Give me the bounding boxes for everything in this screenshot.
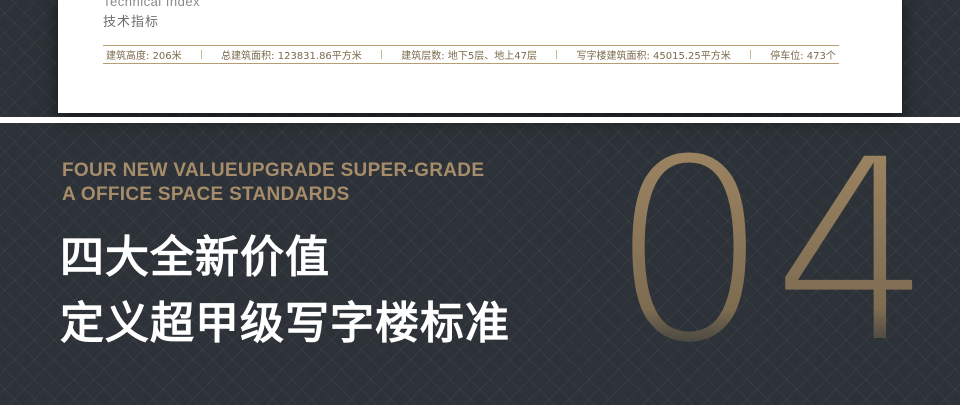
spec-value: 地下5层、地上47层 — [447, 51, 537, 62]
spec-value: 123831.86平方米 — [277, 51, 362, 62]
spec-separator — [749, 50, 751, 59]
spec-separator — [381, 50, 383, 59]
subtitle-en-line-2: A OFFICE SPACE STANDARDS — [62, 184, 350, 205]
card-title-en: Technical Index — [103, 0, 201, 9]
card-title-cn: 技术指标 — [103, 14, 160, 29]
spec-parking: 停车位: 473个 — [770, 47, 836, 62]
spec-value: 45015.25平方米 — [653, 51, 731, 62]
spec-label: 总建筑面积: — [221, 51, 275, 62]
spec-label: 建筑层数: — [401, 51, 445, 62]
spec-label: 写字楼建筑面积: — [576, 51, 650, 62]
spec-label: 停车位: — [770, 51, 804, 62]
technical-index-card: Technical Index 技术指标 建筑高度: 206米 总建筑面积: 1… — [58, 0, 902, 113]
section-number-text: 04 — [610, 133, 930, 358]
section-number: 04 — [610, 133, 930, 358]
subtitle-en-line-1: FOUR NEW VALUEUPGRADE SUPER-GRADE — [62, 160, 485, 181]
spec-office-area: 写字楼建筑面积: 45015.25平方米 — [576, 47, 730, 62]
spec-value: 206米 — [152, 51, 182, 62]
spec-bar: 建筑高度: 206米 总建筑面积: 123831.86平方米 建筑层数: 地下5… — [103, 45, 839, 64]
spec-total-floor-area: 总建筑面积: 123831.86平方米 — [221, 47, 362, 62]
heading-cn-line-2: 定义超甲级写字楼标准 — [60, 298, 510, 349]
spec-building-height: 建筑高度: 206米 — [106, 47, 182, 62]
spec-separator — [200, 50, 202, 59]
spec-label: 建筑高度: — [106, 51, 150, 62]
spec-separator — [556, 50, 558, 59]
section-four: 04 FOUR NEW VALUEUPGRADE SUPER-GRADE A O… — [0, 123, 960, 405]
spec-floors: 建筑层数: 地下5层、地上47层 — [401, 47, 537, 62]
spec-value: 473个 — [806, 51, 836, 62]
heading-cn-line-1: 四大全新价值 — [60, 232, 330, 283]
